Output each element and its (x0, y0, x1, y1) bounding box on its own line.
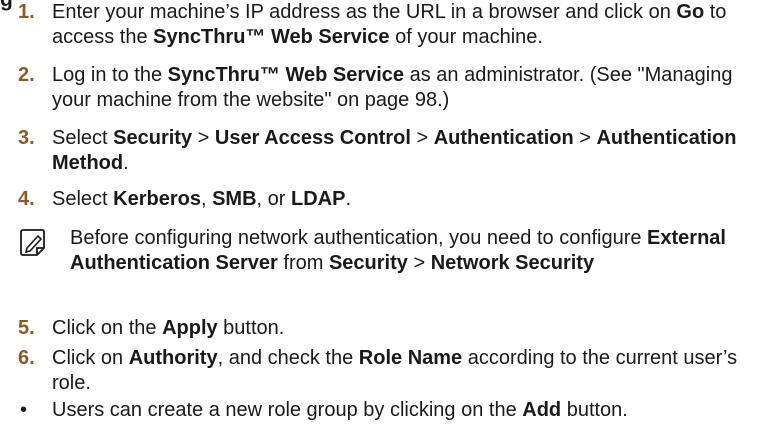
text-run: Select (52, 127, 114, 149)
bold-term: Authority (128, 347, 218, 369)
text-run: > (573, 127, 597, 149)
text-run: , or (256, 188, 291, 210)
step-4: 4. Select Kerberos, SMB, or LDAP. (18, 187, 768, 212)
step-number: 4. (18, 188, 35, 210)
bold-term: SyncThru™ Web Service (153, 26, 390, 48)
step-number: 3. (18, 127, 35, 149)
step-number: 1. (18, 1, 35, 23)
text-run: . (123, 152, 129, 174)
step-text: Log in to the SyncThru™ Web Service as a… (52, 63, 768, 113)
step-text: Click on Authority, and check the Role N… (52, 346, 768, 396)
text-run: > (192, 127, 215, 149)
step-1: 1. Enter your machine’s IP address as th… (18, 0, 768, 50)
step-number: 2. (18, 64, 35, 86)
note-pencil-icon (18, 228, 48, 258)
note-text: Before configuring network authenticatio… (70, 226, 768, 276)
bold-term: User Access Control (214, 127, 411, 149)
bold-term: Apply (162, 317, 218, 339)
text-run: Enter your machine’s IP address as the U… (52, 1, 677, 23)
text-run: , and check the (217, 347, 359, 369)
bold-term: LDAP (291, 188, 346, 210)
bold-term: Security (328, 252, 408, 274)
text-run: Click on (52, 347, 129, 369)
bold-term: Security (113, 127, 193, 149)
text-run: . (345, 188, 352, 210)
bold-term: Go (676, 1, 705, 23)
step-text: Select Security > User Access Control > … (52, 126, 768, 176)
text-run: > (410, 127, 434, 149)
bold-term: SyncThru™ Web Service (167, 64, 405, 86)
text-run: of your machine. (389, 26, 543, 48)
text-run: Select (52, 188, 114, 210)
bold-term: Role Name (358, 347, 463, 369)
text-run: Click on the (52, 317, 163, 339)
bold-term: Authentication (433, 127, 574, 149)
text-run: Log in to the (52, 64, 168, 86)
bullet-text: Users can create a new role group by cli… (52, 398, 768, 423)
step-text: Enter your machine’s IP address as the U… (52, 0, 768, 50)
text-run: from (277, 252, 329, 274)
text-run: Users can create a new role group by cli… (52, 399, 523, 421)
step-2: 2. Log in to the SyncThru™ Web Service a… (18, 63, 768, 113)
bold-term: Kerberos (113, 188, 201, 210)
bold-term: SMB (212, 188, 257, 210)
step-number: 6. (18, 347, 35, 369)
bold-term: Network Security (430, 252, 595, 274)
step-6: 6. Click on Authority, and check the Rol… (18, 346, 768, 396)
text-run: button. (561, 399, 628, 421)
step-5: 5. Click on the Apply button. (18, 316, 768, 341)
text-run: Before configuring network authenticatio… (70, 227, 648, 249)
step-number: 5. (18, 317, 35, 339)
bullet-item: • Users can create a new role group by c… (18, 398, 768, 423)
text-run: > (407, 252, 431, 274)
note-box: Before configuring network authenticatio… (18, 226, 768, 276)
step-text: Click on the Apply button. (52, 316, 768, 341)
text-run: , (200, 188, 213, 210)
step-3: 3. Select Security > User Access Control… (18, 126, 768, 176)
bold-term: Add (522, 399, 562, 421)
text-run: button. (217, 317, 285, 339)
step-text: Select Kerberos, SMB, or LDAP. (52, 187, 768, 212)
bullet-symbol: • (20, 399, 28, 421)
